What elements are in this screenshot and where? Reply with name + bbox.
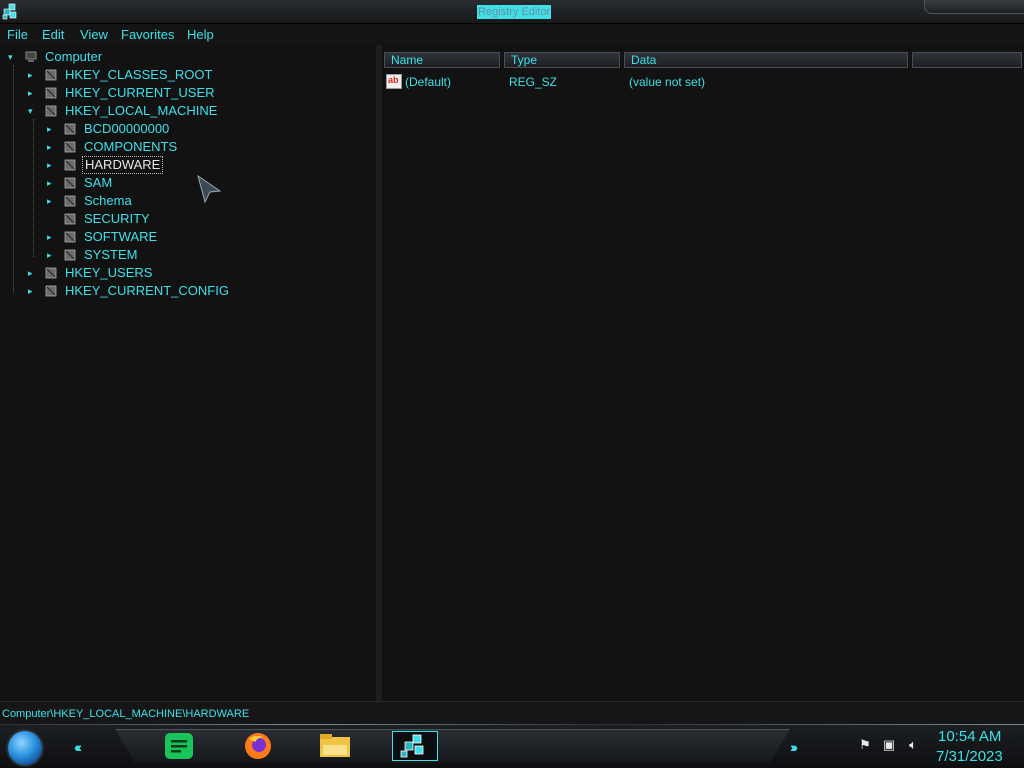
column-header-type[interactable]: Type [504,52,620,68]
menu-view[interactable]: View [80,27,108,42]
value-data-cell: (value not set) [629,75,706,89]
taskbar-file-explorer[interactable] [318,731,352,761]
tree-item-computer[interactable]: ▾ Computer [8,48,208,66]
tree-item-label: COMPONENTS [84,139,178,154]
tree-item-label: SYSTEM [84,247,138,262]
expand-icon[interactable]: ▸ [47,160,57,170]
folder-icon [45,105,57,117]
tree-item-label: HKEY_CLASSES_ROOT [65,67,213,82]
menu-favorites[interactable]: Favorites [121,27,174,42]
collapse-icon[interactable]: ▾ [8,52,18,62]
folder-icon [64,141,76,153]
window-title: Registry Editor [477,5,552,19]
tree-item-hkey_users[interactable]: ▸ HKEY_USERS [28,264,288,282]
chevron-icon: ››› [790,739,798,755]
expand-icon[interactable]: ▸ [47,178,57,188]
expand-icon[interactable]: ▸ [28,286,38,296]
string-value-icon: ab [386,74,402,89]
folder-icon [45,69,57,81]
collapse-icon[interactable]: ▾ [28,106,38,116]
menu-bar: File Edit View Favorites Help [0,24,1024,45]
status-path: Computer\HKEY_LOCAL_MACHINE\HARDWARE [2,708,250,720]
expand-icon[interactable]: ▸ [47,196,57,206]
expand-icon[interactable]: ▸ [28,268,38,278]
expand-icon[interactable]: ▸ [47,232,57,242]
mouse-cursor-icon [197,174,222,204]
tree-item-label: Computer [45,49,103,64]
column-header-blank [912,52,1022,68]
folder-icon [45,267,57,279]
computer-icon [25,51,37,62]
tree-item-hkey_local_machine[interactable]: ▾ HKEY_LOCAL_MACHINE [28,102,288,120]
taskbar-notes-app[interactable] [162,731,196,761]
tree-item-label: SAM [84,175,113,190]
menu-help[interactable]: Help [187,27,214,42]
network-icon[interactable]: ▣ [881,738,897,752]
expand-icon[interactable]: ▸ [47,124,57,134]
tree-item-hardware[interactable]: ▸ HARDWARE [47,156,307,174]
tree-item-label: SOFTWARE [84,229,158,244]
registry-editor-icon [400,734,424,758]
tree-item-label: BCD00000000 [84,121,170,136]
tree-guide-line [33,119,34,257]
tree-item-label: HKEY_LOCAL_MACHINE [65,103,218,118]
taskbar: ‹‹‹ ››› ⚑ ▣ 🔈︎ 10:54 AM 7/31/2023 [0,725,1024,768]
column-header-name[interactable]: Name [384,52,500,68]
taskbar-registry-editor[interactable] [392,731,438,761]
folder-icon [64,249,76,261]
folder-icon [64,195,76,207]
tree-item-hkey_classes_root[interactable]: ▸ HKEY_CLASSES_ROOT [28,66,288,84]
tree-item-hkey_current_config[interactable]: ▸ HKEY_CURRENT_CONFIG [28,282,288,300]
status-bar: Computer\HKEY_LOCAL_MACHINE\HARDWARE [0,701,1024,727]
tree-item-label: SECURITY [84,211,150,226]
registry-app-icon[interactable] [2,3,18,20]
values-list[interactable]: Name Type Data ab (Default) REG_SZ (valu… [382,45,1024,701]
tree-item-system[interactable]: ▸ SYSTEM [47,246,307,264]
menu-edit[interactable]: Edit [42,27,64,42]
registry-tree[interactable]: ▾ Computer ▸ HKEY_CLASSES_ROOT ▸ HKEY_CURRE… [0,45,376,701]
title-bar: Registry Editor [0,0,1024,24]
tree-item-label: HKEY_CURRENT_USER [65,85,215,100]
menu-file[interactable]: File [7,27,28,42]
expand-icon [47,214,57,224]
folder-icon [64,231,76,243]
tree-item-label: HKEY_CURRENT_CONFIG [65,283,229,298]
tree-guide-line [13,65,14,293]
folder-icon [45,87,57,99]
value-name-cell[interactable]: (Default) [405,75,451,89]
folder-icon [64,123,76,135]
tree-item-label: HKEY_USERS [65,265,153,280]
clock-date[interactable]: 7/31/2023 [936,748,1003,765]
column-header-data[interactable]: Data [624,52,908,68]
expand-icon[interactable]: ▸ [47,142,57,152]
folder-icon [64,177,76,189]
tree-item-label: HARDWARE [82,156,164,174]
task-band [115,729,790,763]
value-type-cell: REG_SZ [509,75,558,89]
expand-icon[interactable]: ▸ [47,250,57,260]
folder-icon [64,213,76,225]
clock-time[interactable]: 10:54 AM [938,728,1001,745]
tree-item-schema[interactable]: ▸ Schema [47,192,307,210]
folder-icon [64,159,76,171]
window-caption-buttons[interactable] [924,0,1024,14]
firefox-icon [245,733,271,759]
tree-item-label: Schema [84,193,132,208]
notes-app-icon [165,733,193,759]
expand-icon[interactable]: ▸ [28,70,38,80]
volume-icon[interactable]: 🔈︎ [905,738,921,752]
taskbar-firefox[interactable] [241,731,275,761]
tree-item-bcd00000000[interactable]: ▸ BCD00000000 [47,120,307,138]
tree-item-security[interactable]: SECURITY [47,210,307,228]
chevron-icon: ‹‹‹ [74,739,82,755]
start-button[interactable] [8,731,42,765]
tree-item-software[interactable]: ▸ SOFTWARE [47,228,307,246]
folder-icon [45,285,57,297]
file-explorer-icon [320,734,350,757]
tree-item-sam[interactable]: ▸ SAM [47,174,307,192]
flag-icon[interactable]: ⚑ [857,738,873,752]
expand-icon[interactable]: ▸ [28,88,38,98]
tree-item-hkey_current_user[interactable]: ▸ HKEY_CURRENT_USER [28,84,288,102]
tree-item-components[interactable]: ▸ COMPONENTS [47,138,307,156]
